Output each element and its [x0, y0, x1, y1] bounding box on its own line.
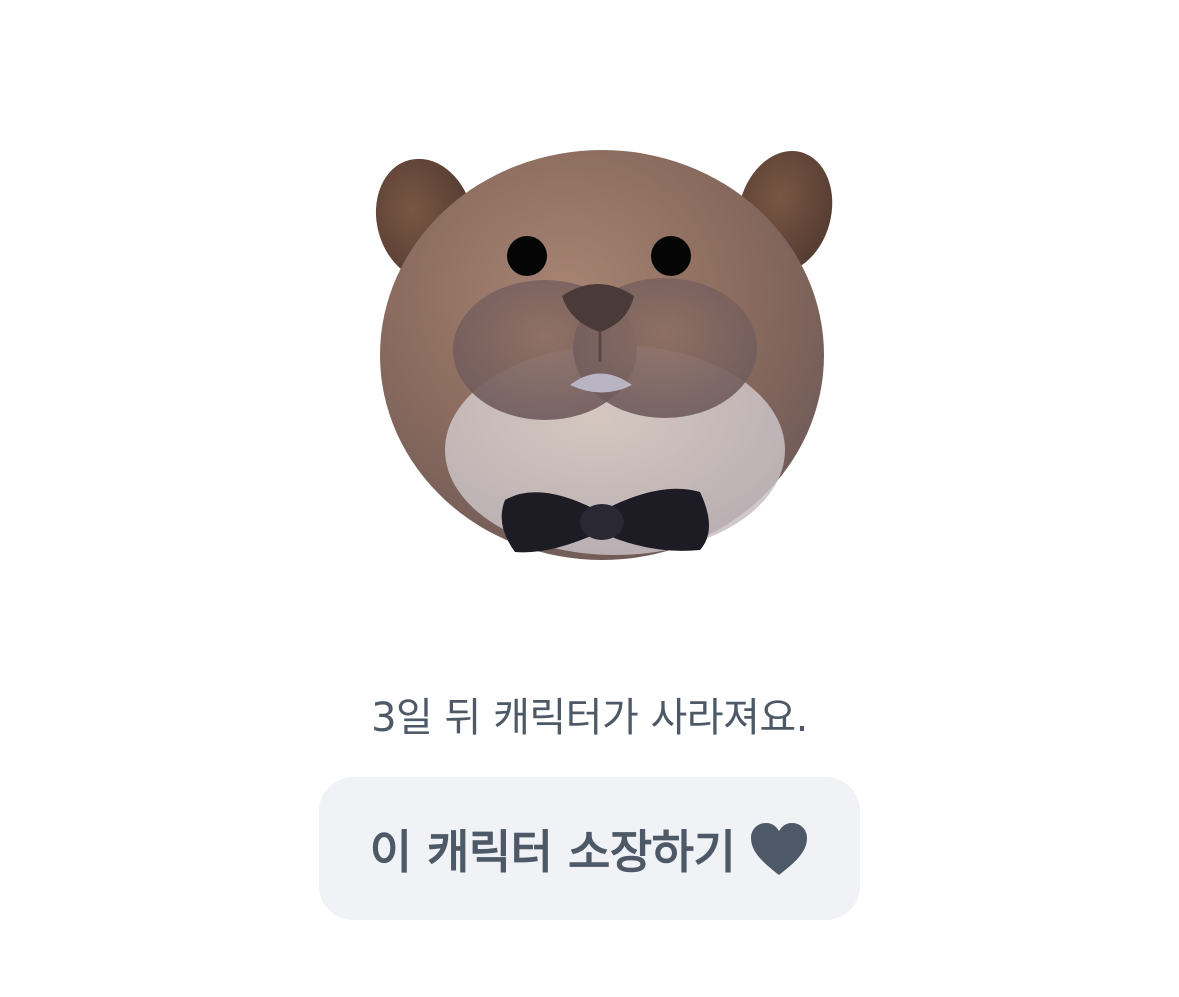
heart-icon: [749, 821, 809, 877]
left-eye: [507, 236, 547, 276]
otter-character-icon: [370, 100, 840, 570]
own-character-button[interactable]: 이 캐릭터 소장하기: [319, 777, 860, 920]
own-character-button-label: 이 캐릭터 소장하기: [369, 824, 736, 879]
right-eye: [651, 236, 691, 276]
bowtie-knot: [580, 504, 624, 540]
disappear-notice: 3일 뒤 캐릭터가 사라져요.: [371, 695, 808, 741]
